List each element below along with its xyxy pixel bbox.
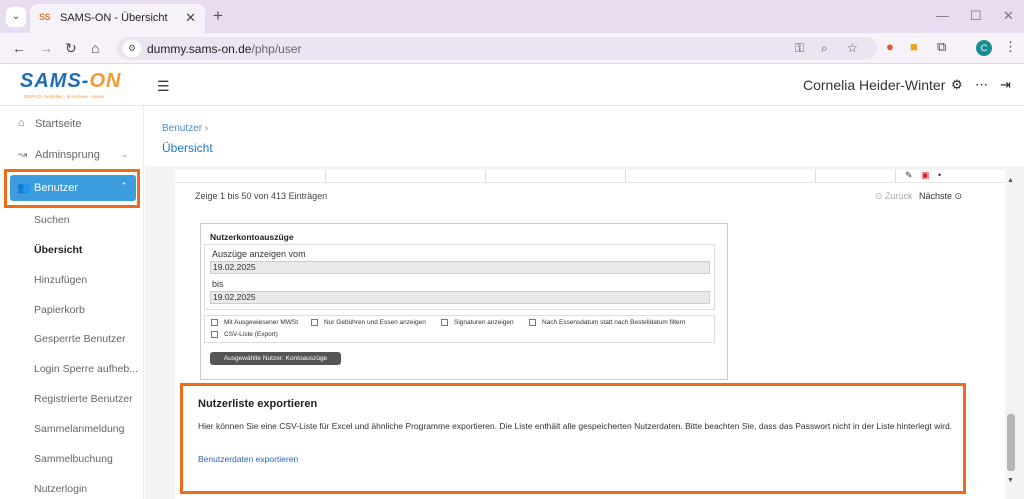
tab-search-dropdown-icon[interactable]: ⌄ bbox=[6, 7, 26, 27]
export-title: Nutzerliste exportieren bbox=[198, 398, 318, 410]
chevron-down-icon: ⌄ bbox=[121, 149, 129, 159]
scroll-down-icon[interactable]: ▼ bbox=[1007, 477, 1014, 484]
column-divider bbox=[815, 170, 816, 182]
sidebar-subitem-suchen[interactable]: Suchen bbox=[34, 214, 70, 226]
checkbox-label: Mit Ausgewiesener MWSt bbox=[224, 319, 299, 326]
options-group: Mit Ausgewiesener MWSt Nur Gebühren und … bbox=[204, 315, 715, 343]
to-date-input[interactable]: 19.02.2025 bbox=[210, 291, 710, 304]
jump-arrow-icon: ↝ bbox=[18, 149, 28, 161]
table-bottom-strip: ✎ ▣ • bbox=[175, 170, 1005, 183]
new-tab-button[interactable]: + bbox=[213, 6, 223, 26]
date-range-group: Auszüge anzeigen vom 19.02.2025 bis 19.0… bbox=[204, 244, 715, 310]
logo-tagline: EINFACH bestellen - abrechnen - essen bbox=[24, 94, 105, 99]
pdf-icon[interactable]: ▣ bbox=[921, 170, 930, 181]
minimize-icon[interactable]: — bbox=[936, 8, 949, 23]
from-date-label: Auszüge anzeigen vom bbox=[212, 249, 306, 259]
checkbox-essensdatum[interactable] bbox=[529, 319, 536, 326]
page-title: Übersicht bbox=[162, 141, 213, 155]
page-header: Benutzer › Übersicht bbox=[145, 106, 1024, 166]
entries-info: Zeige 1 bis 50 von 413 Einträgen bbox=[195, 191, 328, 201]
home-icon[interactable]: ⌂ bbox=[91, 40, 99, 56]
sams-favicon-icon: SS bbox=[39, 12, 51, 22]
checkbox-csv[interactable] bbox=[211, 331, 218, 338]
checkbox-label: CSV-Liste (Export) bbox=[224, 331, 278, 338]
window-close-icon[interactable]: ✕ bbox=[1003, 8, 1014, 24]
sidebar-subitem-uebersicht[interactable]: Übersicht bbox=[34, 244, 82, 256]
browser-tab[interactable]: SS SAMS-ON - Übersicht ✕ bbox=[30, 4, 205, 33]
export-description: Hier können Sie eine CSV-Liste für Excel… bbox=[198, 421, 953, 431]
bookmark-star-icon[interactable]: ☆ bbox=[847, 41, 858, 55]
user-name[interactable]: Cornelia Heider-Winter bbox=[803, 77, 945, 93]
checkbox-gebuehren[interactable] bbox=[311, 319, 318, 326]
pagination-next[interactable]: Nächste ⊙ bbox=[919, 191, 962, 202]
checkbox-signaturen[interactable] bbox=[441, 319, 448, 326]
users-icon: 👥 bbox=[17, 182, 31, 194]
maximize-icon[interactable]: ☐ bbox=[970, 8, 982, 24]
sidebar-subitem-sammelbuchung[interactable]: Sammelbuchung bbox=[34, 453, 113, 465]
zoom-icon[interactable]: ⌕ bbox=[821, 41, 828, 56]
pagination-prev[interactable]: ⊙ Zurück bbox=[875, 191, 913, 202]
password-key-icon[interactable]: ⚿ bbox=[795, 41, 804, 56]
kontoauszuege-title: Nutzerkontoauszüge bbox=[210, 232, 294, 242]
gear-icon[interactable]: ⚙ bbox=[951, 77, 963, 93]
column-divider bbox=[325, 170, 326, 182]
location-pin-icon[interactable]: ● bbox=[886, 39, 894, 54]
scrollbar-thumb[interactable] bbox=[1007, 414, 1015, 471]
close-icon[interactable]: ✕ bbox=[185, 10, 196, 26]
sidebar-subitem-hinzufuegen[interactable]: Hinzufügen bbox=[34, 274, 87, 286]
column-divider bbox=[625, 170, 626, 182]
reload-icon[interactable]: ↻ bbox=[65, 40, 77, 57]
forward-arrow-icon[interactable]: → bbox=[39, 40, 53, 56]
sidebar-item-startseite[interactable]: ⌂ Startseite bbox=[0, 112, 144, 138]
column-divider bbox=[485, 170, 486, 182]
checkbox-label: Nur Gebühren und Essen anzeigen bbox=[324, 319, 426, 326]
from-date-input[interactable]: 19.02.2025 bbox=[210, 261, 710, 274]
url-bar[interactable]: ⚙ dummy.sams-on.de/php/user ⚿ ⌕ ☆ bbox=[117, 37, 877, 60]
tab-title: SAMS-ON - Übersicht bbox=[60, 12, 168, 24]
sidebar-item-adminsprung[interactable]: ↝ Adminsprung ⌄ bbox=[0, 143, 144, 169]
export-user-data-link[interactable]: Benutzerdaten exportieren bbox=[198, 454, 298, 464]
breadcrumb[interactable]: Benutzer › bbox=[162, 123, 208, 134]
app-header: SAMS-ON EINFACH bestellen - abrechnen - … bbox=[0, 64, 1024, 106]
main-content: Benutzer › Übersicht ✎ ▣ • Zeige 1 bis 5… bbox=[145, 106, 1024, 499]
chevron-right-icon: › bbox=[204, 123, 209, 134]
profile-avatar[interactable]: C bbox=[976, 40, 992, 56]
sidebar-subitem-nutzerlogin[interactable]: Nutzerlogin bbox=[34, 483, 87, 495]
sidebar-subitem-gesperrte-benutzer[interactable]: Gesperrte Benutzer bbox=[34, 333, 126, 345]
edit-icon[interactable]: ✎ bbox=[905, 170, 913, 181]
export-section: Nutzerliste exportieren Hier können Sie … bbox=[180, 383, 966, 494]
hamburger-menu-icon[interactable]: ☰ bbox=[157, 78, 170, 95]
users-icon[interactable]: ⋯ bbox=[975, 77, 988, 93]
extension-color-icon[interactable]: ■ bbox=[910, 39, 918, 54]
sidebar-subitem-registrierte-benutzer[interactable]: Registrierte Benutzer bbox=[34, 393, 133, 405]
kontoauszuege-button[interactable]: Ausgewählte Nutzer: Kontoauszüge bbox=[210, 352, 341, 365]
checkbox-label: Signaturen anzeigen bbox=[454, 319, 514, 326]
site-info-icon[interactable]: ⚙ bbox=[123, 40, 141, 57]
sidebar-subitem-papierkorb[interactable]: Papierkorb bbox=[34, 304, 85, 316]
kontoauszuege-section: Nutzerkontoauszüge Auszüge anzeigen vom … bbox=[200, 223, 728, 380]
checkbox-mwst[interactable] bbox=[211, 319, 218, 326]
checkbox-label: Nach Essensdatum statt nach Bestelldatum… bbox=[542, 319, 686, 326]
sidebar-subitem-sammelanmeldung[interactable]: Sammelanmeldung bbox=[34, 423, 124, 435]
scrollbar[interactable]: ▲ ▼ bbox=[1005, 174, 1017, 486]
column-divider bbox=[895, 170, 896, 182]
scroll-up-icon[interactable]: ▲ bbox=[1007, 177, 1014, 184]
sidebar-subitem-login-sperre[interactable]: Login Sperre aufheb... bbox=[34, 363, 138, 375]
browser-menu-icon[interactable]: ⋮ bbox=[1004, 39, 1017, 55]
url-text[interactable]: dummy.sams-on.de/php/user bbox=[147, 42, 302, 56]
home-icon: ⌂ bbox=[18, 117, 25, 129]
address-toolbar: ← → ↻ ⌂ ⚙ dummy.sams-on.de/php/user ⚿ ⌕ … bbox=[0, 33, 1024, 64]
logout-icon[interactable]: ⇥ bbox=[1000, 77, 1011, 93]
extensions-puzzle-icon[interactable]: ⧉ bbox=[937, 39, 946, 55]
more-icon[interactable]: • bbox=[938, 170, 941, 180]
back-arrow-icon[interactable]: ← bbox=[12, 40, 26, 56]
sams-on-logo[interactable]: SAMS-ON bbox=[20, 70, 121, 93]
browser-tab-bar: ⌄ SS SAMS-ON - Übersicht ✕ + — ☐ ✕ bbox=[0, 0, 1024, 33]
sidebar-item-benutzer[interactable]: 👥 Benutzer ⌃ bbox=[10, 175, 136, 201]
to-date-label: bis bbox=[212, 279, 224, 289]
chevron-up-icon: ⌃ bbox=[120, 181, 128, 191]
